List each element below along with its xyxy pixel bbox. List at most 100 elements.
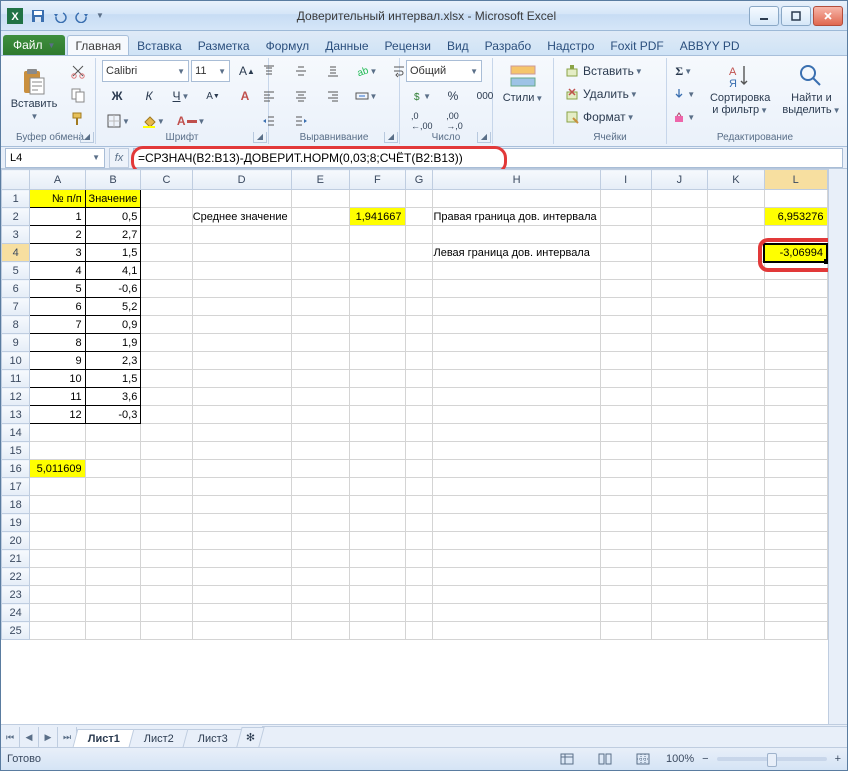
cell-D15[interactable] bbox=[192, 442, 291, 460]
cell-A17[interactable] bbox=[30, 478, 85, 496]
cell-I6[interactable] bbox=[600, 280, 651, 298]
cell-F24[interactable] bbox=[350, 604, 405, 622]
cell-D3[interactable] bbox=[192, 226, 291, 244]
cell-L22[interactable] bbox=[764, 568, 827, 586]
cell-E6[interactable] bbox=[291, 280, 350, 298]
cell-H23[interactable] bbox=[433, 586, 600, 604]
row-header-7[interactable]: 7 bbox=[2, 298, 30, 316]
decrease-decimal-button[interactable]: ,00→,0 bbox=[440, 110, 470, 132]
sheet-nav-prev[interactable]: ◀ bbox=[20, 727, 39, 747]
cell-B21[interactable] bbox=[85, 550, 141, 568]
cell-L20[interactable] bbox=[764, 532, 827, 550]
cell-K1[interactable] bbox=[708, 190, 765, 208]
cell-C12[interactable] bbox=[141, 388, 192, 406]
cell-E12[interactable] bbox=[291, 388, 350, 406]
cell-H8[interactable] bbox=[433, 316, 600, 334]
cell-C3[interactable] bbox=[141, 226, 192, 244]
cell-E22[interactable] bbox=[291, 568, 350, 586]
row-header-10[interactable]: 10 bbox=[2, 352, 30, 370]
cell-K6[interactable] bbox=[708, 280, 765, 298]
cell-E16[interactable] bbox=[291, 460, 350, 478]
row-header-24[interactable]: 24 bbox=[2, 604, 30, 622]
cell-L6[interactable] bbox=[764, 280, 827, 298]
cell-C9[interactable] bbox=[141, 334, 192, 352]
cell-E19[interactable] bbox=[291, 514, 350, 532]
cell-G8[interactable] bbox=[405, 316, 433, 334]
cell-H9[interactable] bbox=[433, 334, 600, 352]
cell-D16[interactable] bbox=[192, 460, 291, 478]
row-header-16[interactable]: 16 bbox=[2, 460, 30, 478]
row-header-6[interactable]: 6 bbox=[2, 280, 30, 298]
cell-D2[interactable]: Среднее значение bbox=[192, 208, 291, 226]
cell-C25[interactable] bbox=[141, 622, 192, 640]
align-middle-button[interactable] bbox=[286, 60, 316, 82]
cell-K8[interactable] bbox=[708, 316, 765, 334]
cell-I22[interactable] bbox=[600, 568, 651, 586]
col-header-F[interactable]: F bbox=[350, 170, 405, 190]
cell-E14[interactable] bbox=[291, 424, 350, 442]
cell-F23[interactable] bbox=[350, 586, 405, 604]
col-header-K[interactable]: K bbox=[708, 170, 765, 190]
file-tab[interactable]: Файл▼ bbox=[3, 35, 65, 55]
formula-bar[interactable]: =СРЗНАЧ(B2:B13)-ДОВЕРИТ.НОРМ(0,03;8;СЧЁТ… bbox=[133, 148, 843, 168]
zoom-thumb[interactable] bbox=[767, 753, 777, 767]
zoom-out-button[interactable]: − bbox=[702, 753, 708, 765]
bold-button[interactable]: Ж bbox=[102, 85, 132, 107]
cell-I7[interactable] bbox=[600, 298, 651, 316]
zoom-slider[interactable] bbox=[717, 757, 827, 761]
cell-L21[interactable] bbox=[764, 550, 827, 568]
cell-B7[interactable]: 5,2 bbox=[85, 298, 141, 316]
cell-E4[interactable] bbox=[291, 244, 350, 262]
cell-L2[interactable]: 6,953276 bbox=[764, 208, 827, 226]
cell-H14[interactable] bbox=[433, 424, 600, 442]
row-header-4[interactable]: 4 bbox=[2, 244, 30, 262]
orientation-button[interactable]: ab▼ bbox=[350, 60, 383, 82]
cell-I15[interactable] bbox=[600, 442, 651, 460]
cell-I19[interactable] bbox=[600, 514, 651, 532]
align-center-button[interactable] bbox=[286, 85, 316, 107]
cell-L17[interactable] bbox=[764, 478, 827, 496]
save-icon[interactable] bbox=[29, 7, 47, 25]
cell-I16[interactable] bbox=[600, 460, 651, 478]
cell-B25[interactable] bbox=[85, 622, 141, 640]
cell-J16[interactable] bbox=[651, 460, 708, 478]
cell-A20[interactable] bbox=[30, 532, 85, 550]
cell-L15[interactable] bbox=[764, 442, 827, 460]
cell-L14[interactable] bbox=[764, 424, 827, 442]
view-page-layout-button[interactable] bbox=[590, 750, 620, 768]
cell-I20[interactable] bbox=[600, 532, 651, 550]
cell-H5[interactable] bbox=[433, 262, 600, 280]
cell-J6[interactable] bbox=[651, 280, 708, 298]
cell-J11[interactable] bbox=[651, 370, 708, 388]
cell-F15[interactable] bbox=[350, 442, 405, 460]
cell-J3[interactable] bbox=[651, 226, 708, 244]
tab-foxit[interactable]: Foxit PDF bbox=[602, 35, 671, 55]
undo-icon[interactable] bbox=[51, 7, 69, 25]
cell-B15[interactable] bbox=[85, 442, 141, 460]
row-header-3[interactable]: 3 bbox=[2, 226, 30, 244]
cell-B11[interactable]: 1,5 bbox=[85, 370, 141, 388]
underline-button[interactable]: Ч▼ bbox=[166, 85, 196, 107]
cell-C23[interactable] bbox=[141, 586, 192, 604]
cell-J23[interactable] bbox=[651, 586, 708, 604]
row-header-14[interactable]: 14 bbox=[2, 424, 30, 442]
cell-C14[interactable] bbox=[141, 424, 192, 442]
cell-A23[interactable] bbox=[30, 586, 85, 604]
cell-A14[interactable] bbox=[30, 424, 85, 442]
cell-D11[interactable] bbox=[192, 370, 291, 388]
cell-H2[interactable]: Правая граница дов. интервала bbox=[433, 208, 600, 226]
cell-J14[interactable] bbox=[651, 424, 708, 442]
cell-B22[interactable] bbox=[85, 568, 141, 586]
cell-C10[interactable] bbox=[141, 352, 192, 370]
clear-button[interactable]: ▼ bbox=[667, 106, 700, 128]
cell-H13[interactable] bbox=[433, 406, 600, 424]
cell-B16[interactable] bbox=[85, 460, 141, 478]
cell-D8[interactable] bbox=[192, 316, 291, 334]
cell-J5[interactable] bbox=[651, 262, 708, 280]
cell-D17[interactable] bbox=[192, 478, 291, 496]
cell-D23[interactable] bbox=[192, 586, 291, 604]
cell-H7[interactable] bbox=[433, 298, 600, 316]
cell-E20[interactable] bbox=[291, 532, 350, 550]
cell-D24[interactable] bbox=[192, 604, 291, 622]
cell-B6[interactable]: -0,6 bbox=[85, 280, 141, 298]
